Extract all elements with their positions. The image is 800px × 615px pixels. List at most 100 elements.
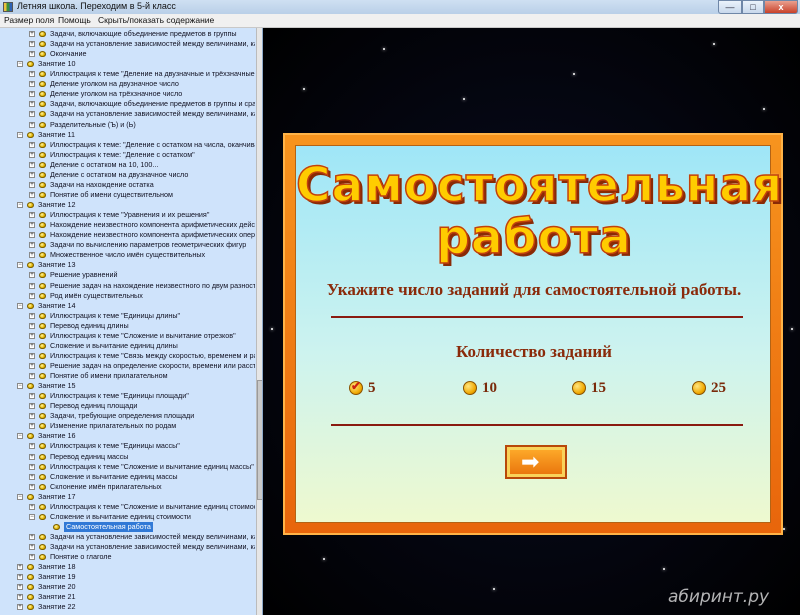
tree-item[interactable]: + Занятие 20 bbox=[0, 582, 255, 592]
tree-item[interactable]: + Задачи, включающие объединение предмето… bbox=[0, 29, 255, 39]
tree-item[interactable]: + Иллюстрация к теме "Единицы массы" bbox=[0, 441, 255, 451]
menu-help[interactable]: Помощь bbox=[58, 15, 91, 25]
expand-icon[interactable]: + bbox=[29, 312, 35, 319]
expand-icon[interactable]: + bbox=[29, 362, 35, 369]
tree-item[interactable]: + Задачи на нахождение остатка bbox=[0, 180, 255, 190]
tree-item[interactable]: − Занятие 16 bbox=[0, 431, 255, 441]
expand-icon[interactable]: + bbox=[29, 252, 35, 259]
tree-item[interactable]: + Сложение и вычитание единиц длины bbox=[0, 341, 255, 351]
radio-button[interactable] bbox=[463, 381, 477, 395]
tree-item[interactable]: + Деление с остатком на 10, 100... bbox=[0, 160, 255, 170]
tree-item[interactable]: + Иллюстрация к теме "Единицы длины" bbox=[0, 311, 255, 321]
tree-item[interactable]: + Нахождение неизвестного компонента ариф… bbox=[0, 230, 255, 240]
expand-icon[interactable]: + bbox=[29, 483, 35, 490]
tree-item[interactable]: + Задачи на установление зависимостей меж… bbox=[0, 39, 255, 49]
expand-icon[interactable]: + bbox=[29, 81, 35, 88]
tree-item[interactable]: − Занятие 14 bbox=[0, 301, 255, 311]
expand-icon[interactable]: + bbox=[29, 403, 35, 410]
expand-icon[interactable]: + bbox=[29, 41, 35, 48]
tree-item[interactable]: + Множественное число имён существительны… bbox=[0, 250, 255, 260]
tree-item[interactable]: + Иллюстрация к теме "Деление на двузначн… bbox=[0, 69, 255, 79]
expand-icon[interactable]: + bbox=[29, 191, 35, 198]
collapse-icon[interactable]: − bbox=[17, 433, 23, 440]
tree-item[interactable]: + Иллюстрация к теме: "Деление с остатком… bbox=[0, 140, 255, 150]
expand-icon[interactable]: + bbox=[17, 604, 23, 611]
collapse-icon[interactable]: − bbox=[17, 302, 23, 309]
collapse-icon[interactable]: − bbox=[29, 513, 35, 520]
tree-item[interactable]: + Иллюстрация к теме "Связь между скорост… bbox=[0, 351, 255, 361]
tree-item[interactable]: − Занятие 10 bbox=[0, 59, 255, 69]
collapse-icon[interactable]: − bbox=[17, 131, 23, 138]
expand-icon[interactable]: + bbox=[29, 51, 35, 58]
collapse-icon[interactable]: − bbox=[17, 493, 23, 500]
maximize-button[interactable]: □ bbox=[742, 0, 764, 14]
tree-item[interactable]: + Окончание bbox=[0, 49, 255, 59]
tree-item[interactable]: + Занятие 21 bbox=[0, 592, 255, 602]
expand-icon[interactable]: + bbox=[29, 101, 35, 108]
tree-item[interactable]: − Занятие 15 bbox=[0, 381, 255, 391]
expand-icon[interactable]: + bbox=[29, 453, 35, 460]
minimize-button[interactable]: — bbox=[718, 0, 742, 14]
close-button[interactable]: x bbox=[764, 0, 798, 14]
expand-icon[interactable]: + bbox=[29, 91, 35, 98]
expand-icon[interactable]: + bbox=[29, 443, 35, 450]
expand-icon[interactable]: + bbox=[29, 544, 35, 551]
expand-icon[interactable]: + bbox=[29, 121, 35, 128]
expand-icon[interactable]: + bbox=[29, 111, 35, 118]
tree-item[interactable]: + Понятие об имени прилагательном bbox=[0, 371, 255, 381]
expand-icon[interactable]: + bbox=[29, 352, 35, 359]
tree-item[interactable]: + Иллюстрация к теме: "Деление с остатком… bbox=[0, 150, 255, 160]
tree-item[interactable]: + Сложение и вычитание единиц массы bbox=[0, 472, 255, 482]
tree-item[interactable]: + Деление уголком на трёхзначное число bbox=[0, 89, 255, 99]
expand-icon[interactable]: + bbox=[29, 463, 35, 470]
tree-item[interactable]: + Род имён существительных bbox=[0, 291, 255, 301]
tree-item[interactable]: + Понятие об имени существительном bbox=[0, 190, 255, 200]
collapse-icon[interactable]: − bbox=[17, 262, 23, 269]
collapse-icon[interactable]: − bbox=[17, 61, 23, 68]
tree-item[interactable]: + Разделительные (Ъ) и (Ь) bbox=[0, 120, 255, 130]
expand-icon[interactable]: + bbox=[17, 584, 23, 591]
tree-item[interactable]: + Занятие 19 bbox=[0, 572, 255, 582]
expand-icon[interactable]: + bbox=[29, 31, 35, 37]
tree-item[interactable]: + Иллюстрация к теме "Сложение и вычитани… bbox=[0, 502, 255, 512]
radio-button[interactable] bbox=[692, 381, 706, 395]
expand-icon[interactable]: + bbox=[17, 594, 23, 601]
expand-icon[interactable]: + bbox=[29, 473, 35, 480]
tree-item[interactable]: + Решение задач на нахождение неизвестног… bbox=[0, 281, 255, 291]
tree-item[interactable]: − Занятие 11 bbox=[0, 130, 255, 140]
expand-icon[interactable]: + bbox=[29, 423, 35, 430]
expand-icon[interactable]: + bbox=[29, 413, 35, 420]
tree-item[interactable]: + Задачи, требующие определения площади bbox=[0, 411, 255, 421]
tree-item[interactable]: − Сложение и вычитание единиц стоимости bbox=[0, 512, 255, 522]
expand-icon[interactable]: + bbox=[29, 71, 35, 78]
expand-icon[interactable]: + bbox=[29, 242, 35, 249]
tree-item[interactable]: + Решение задач на определение скорости, … bbox=[0, 361, 255, 371]
tree-item[interactable]: − Занятие 12 bbox=[0, 200, 255, 210]
expand-icon[interactable]: + bbox=[29, 171, 35, 178]
tree-item[interactable]: + Иллюстрация к теме "Уравнения и их реше… bbox=[0, 210, 255, 220]
expand-icon[interactable]: + bbox=[29, 503, 35, 510]
tree-item[interactable]: + Иллюстрация к теме "Единицы площади" bbox=[0, 391, 255, 401]
tree-item[interactable]: + Изменение прилагательных по родам bbox=[0, 421, 255, 431]
tree-item[interactable]: − Занятие 13 bbox=[0, 260, 255, 270]
expand-icon[interactable]: + bbox=[29, 322, 35, 329]
tree-item[interactable]: + Перевод единиц массы bbox=[0, 452, 255, 462]
expand-icon[interactable]: + bbox=[29, 141, 35, 148]
tree-item[interactable]: + Иллюстрация к теме "Сложение и вычитани… bbox=[0, 331, 255, 341]
expand-icon[interactable]: + bbox=[29, 534, 35, 540]
tree-item[interactable]: + Перевод единиц длины bbox=[0, 321, 255, 331]
tree-item[interactable]: + Нахождение неизвестного компонента ариф… bbox=[0, 220, 255, 230]
collapse-icon[interactable]: − bbox=[17, 383, 23, 390]
tree-item[interactable]: + Перевод единиц площади bbox=[0, 401, 255, 411]
expand-icon[interactable]: + bbox=[29, 393, 35, 400]
tree-item[interactable]: + Деление с остатком на двузначное число bbox=[0, 170, 255, 180]
expand-icon[interactable]: + bbox=[29, 181, 35, 188]
expand-icon[interactable]: + bbox=[29, 554, 35, 561]
expand-icon[interactable]: + bbox=[29, 161, 35, 168]
expand-icon[interactable]: + bbox=[29, 332, 35, 339]
expand-icon[interactable]: + bbox=[17, 574, 23, 581]
expand-icon[interactable]: + bbox=[29, 222, 35, 229]
tree-item[interactable]: + Иллюстрация к теме "Сложение и вычитани… bbox=[0, 462, 255, 472]
collapse-icon[interactable]: − bbox=[17, 202, 23, 209]
tree-item[interactable]: + Деление уголком на двузначное число bbox=[0, 79, 255, 89]
